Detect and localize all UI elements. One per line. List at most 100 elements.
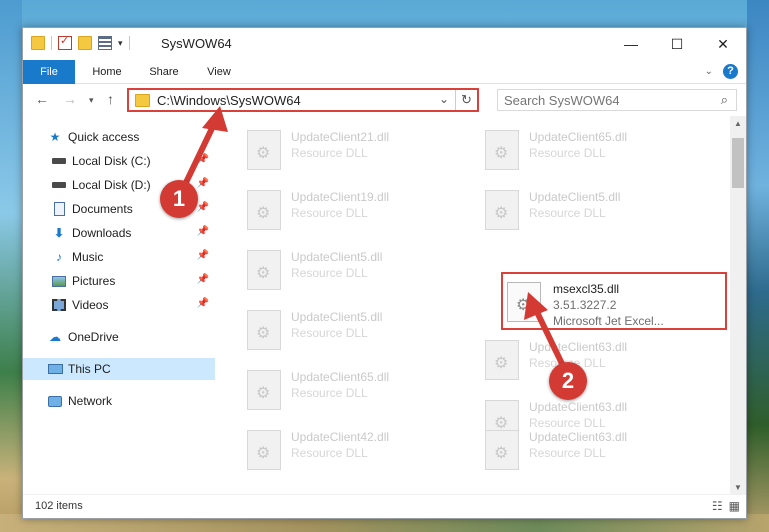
sidebar-item-this-pc[interactable]: This PC (23, 358, 215, 380)
dll-file-icon (485, 130, 519, 170)
file-name: UpdateClient5.dll (291, 310, 383, 324)
item-count: 102 items (35, 500, 83, 512)
file-tile[interactable]: UpdateClient5.dll Resource DLL (479, 182, 699, 238)
sidebar-item-network[interactable]: Network (23, 390, 215, 412)
navigation-bar: ← → ▾ ↑ C:\Windows\SysWOW64 ⌄ ↻ ⌕ (23, 84, 746, 116)
file-tile[interactable]: UpdateClient21.dll Resource DLL (241, 122, 461, 178)
file-name: UpdateClient63.dll (529, 430, 628, 444)
drive-icon (51, 178, 67, 192)
star-icon: ★ (49, 130, 61, 144)
details-view-icon[interactable]: ☷ (712, 499, 723, 513)
drive-icon (51, 154, 67, 168)
sidebar-item-label: OneDrive (68, 330, 119, 344)
chevron-down-icon[interactable]: ⌄ (439, 92, 449, 106)
file-description: Resource DLL (291, 266, 368, 280)
explorer-window: ▾ SysWOW64 — ☐ ✕ File Home Share View ⌄ … (22, 27, 747, 519)
tab-share[interactable]: Share (141, 60, 187, 84)
scroll-thumb[interactable] (732, 138, 744, 188)
music-icon: ♪ (56, 250, 62, 264)
computer-icon (47, 362, 63, 376)
desktop-background-right (747, 0, 769, 532)
search-icon[interactable]: ⌕ (721, 92, 728, 108)
file-name: UpdateClient65.dll (529, 130, 628, 144)
file-name: UpdateClient65.dll (291, 370, 390, 384)
file-tile[interactable]: UpdateClient63.dll Resource DLL (479, 422, 699, 478)
window-controls: — ☐ ✕ (608, 28, 746, 60)
folder-icon (31, 36, 45, 50)
cloud-icon: ☁ (49, 330, 61, 344)
status-bar: 102 items ☷ ▦ (23, 494, 746, 518)
tab-file[interactable]: File (23, 60, 75, 84)
tab-view[interactable]: View (197, 60, 241, 84)
window-title: SysWOW64 (161, 36, 232, 51)
file-description: Resource DLL (291, 446, 368, 460)
file-name: UpdateClient5.dll (291, 250, 383, 264)
file-description: Resource DLL (291, 326, 368, 340)
dll-file-icon (247, 370, 281, 410)
title-bar: ▾ SysWOW64 — ☐ ✕ (23, 28, 746, 60)
sidebar-item-label: Local Disk (D:) (72, 178, 151, 192)
ribbon-right-controls: ⌄ ? (705, 64, 738, 79)
file-tile[interactable]: UpdateClient19.dll Resource DLL (241, 182, 461, 238)
sidebar-item-downloads[interactable]: ⬇ Downloads 📌 (23, 222, 215, 244)
file-tile[interactable]: UpdateClient42.dll Resource DLL (241, 422, 461, 478)
callout-badge-2: 2 (549, 362, 587, 400)
sidebar-item-label: Pictures (72, 274, 116, 288)
close-button[interactable]: ✕ (700, 28, 746, 60)
file-description: Resource DLL (291, 146, 368, 160)
documents-icon (51, 202, 67, 216)
search-input[interactable] (498, 90, 698, 110)
minimize-icon: — (624, 36, 638, 52)
file-tile[interactable]: UpdateClient5.dll Resource DLL (241, 242, 461, 298)
minimize-button[interactable]: — (608, 28, 654, 60)
pin-icon[interactable]: 📌 (197, 250, 209, 261)
back-arrow-icon[interactable]: ← (35, 91, 49, 107)
sidebar-item-label: Local Disk (C:) (72, 154, 151, 168)
sidebar-item-label: Network (68, 394, 113, 408)
file-tile[interactable]: UpdateClient5.dll Resource DLL (241, 302, 461, 358)
recent-locations-icon[interactable]: ▾ (89, 95, 94, 106)
callout-badge-1: 1 (160, 180, 198, 218)
pin-icon[interactable]: 📌 (197, 226, 209, 237)
pin-icon[interactable]: 📌 (197, 298, 209, 309)
properties-check-icon[interactable] (58, 34, 72, 50)
sidebar-item-pictures[interactable]: Pictures 📌 (23, 270, 215, 292)
file-tile[interactable]: UpdateClient65.dll Resource DLL (241, 362, 461, 418)
sidebar-item-music[interactable]: ♪ Music 📌 (23, 246, 215, 268)
expand-ribbon-icon[interactable]: ⌄ (705, 66, 713, 77)
refresh-icon[interactable]: ↻ (455, 90, 477, 110)
forward-arrow-icon[interactable]: → (63, 91, 77, 107)
sidebar-item-label: Documents (72, 202, 133, 216)
up-arrow-icon[interactable]: ↑ (107, 91, 114, 107)
maximize-icon: ☐ (670, 35, 684, 52)
dll-file-icon (485, 190, 519, 230)
file-name: UpdateClient5.dll (529, 190, 621, 204)
file-name: UpdateClient63.dll (529, 400, 628, 414)
vertical-scrollbar[interactable]: ▲ ▼ (730, 116, 746, 496)
help-icon[interactable]: ? (723, 64, 738, 79)
view-details-icon[interactable] (98, 36, 112, 50)
file-description: Resource DLL (291, 386, 368, 400)
file-name: UpdateClient19.dll (291, 190, 390, 204)
sidebar-item-label: Downloads (72, 226, 132, 240)
maximize-button[interactable]: ☐ (654, 28, 700, 60)
separator (128, 36, 130, 50)
file-list: UpdateClient21.dll Resource DLL UpdateCl… (237, 116, 733, 496)
scroll-up-icon[interactable]: ▲ (730, 116, 746, 132)
desktop-background-left (0, 0, 22, 532)
file-name: UpdateClient42.dll (291, 430, 390, 444)
sidebar-item-label: Videos (72, 298, 109, 312)
file-tile[interactable]: UpdateClient65.dll Resource DLL (479, 122, 699, 178)
sidebar-item-videos[interactable]: Videos 📌 (23, 294, 215, 316)
tab-home[interactable]: Home (83, 60, 131, 84)
close-icon: ✕ (717, 35, 729, 52)
large-icons-view-icon[interactable]: ▦ (729, 499, 740, 513)
ribbon-tabs: File Home Share View ⌄ ? (23, 60, 746, 84)
customize-dropdown-icon[interactable]: ▾ (118, 38, 123, 49)
dll-file-icon (247, 310, 281, 350)
new-folder-icon[interactable] (78, 36, 92, 50)
download-icon: ⬇ (53, 226, 65, 240)
sidebar-item-onedrive[interactable]: ☁ OneDrive (23, 326, 215, 348)
pin-icon[interactable]: 📌 (197, 274, 209, 285)
search-box[interactable]: ⌕ (497, 89, 737, 111)
